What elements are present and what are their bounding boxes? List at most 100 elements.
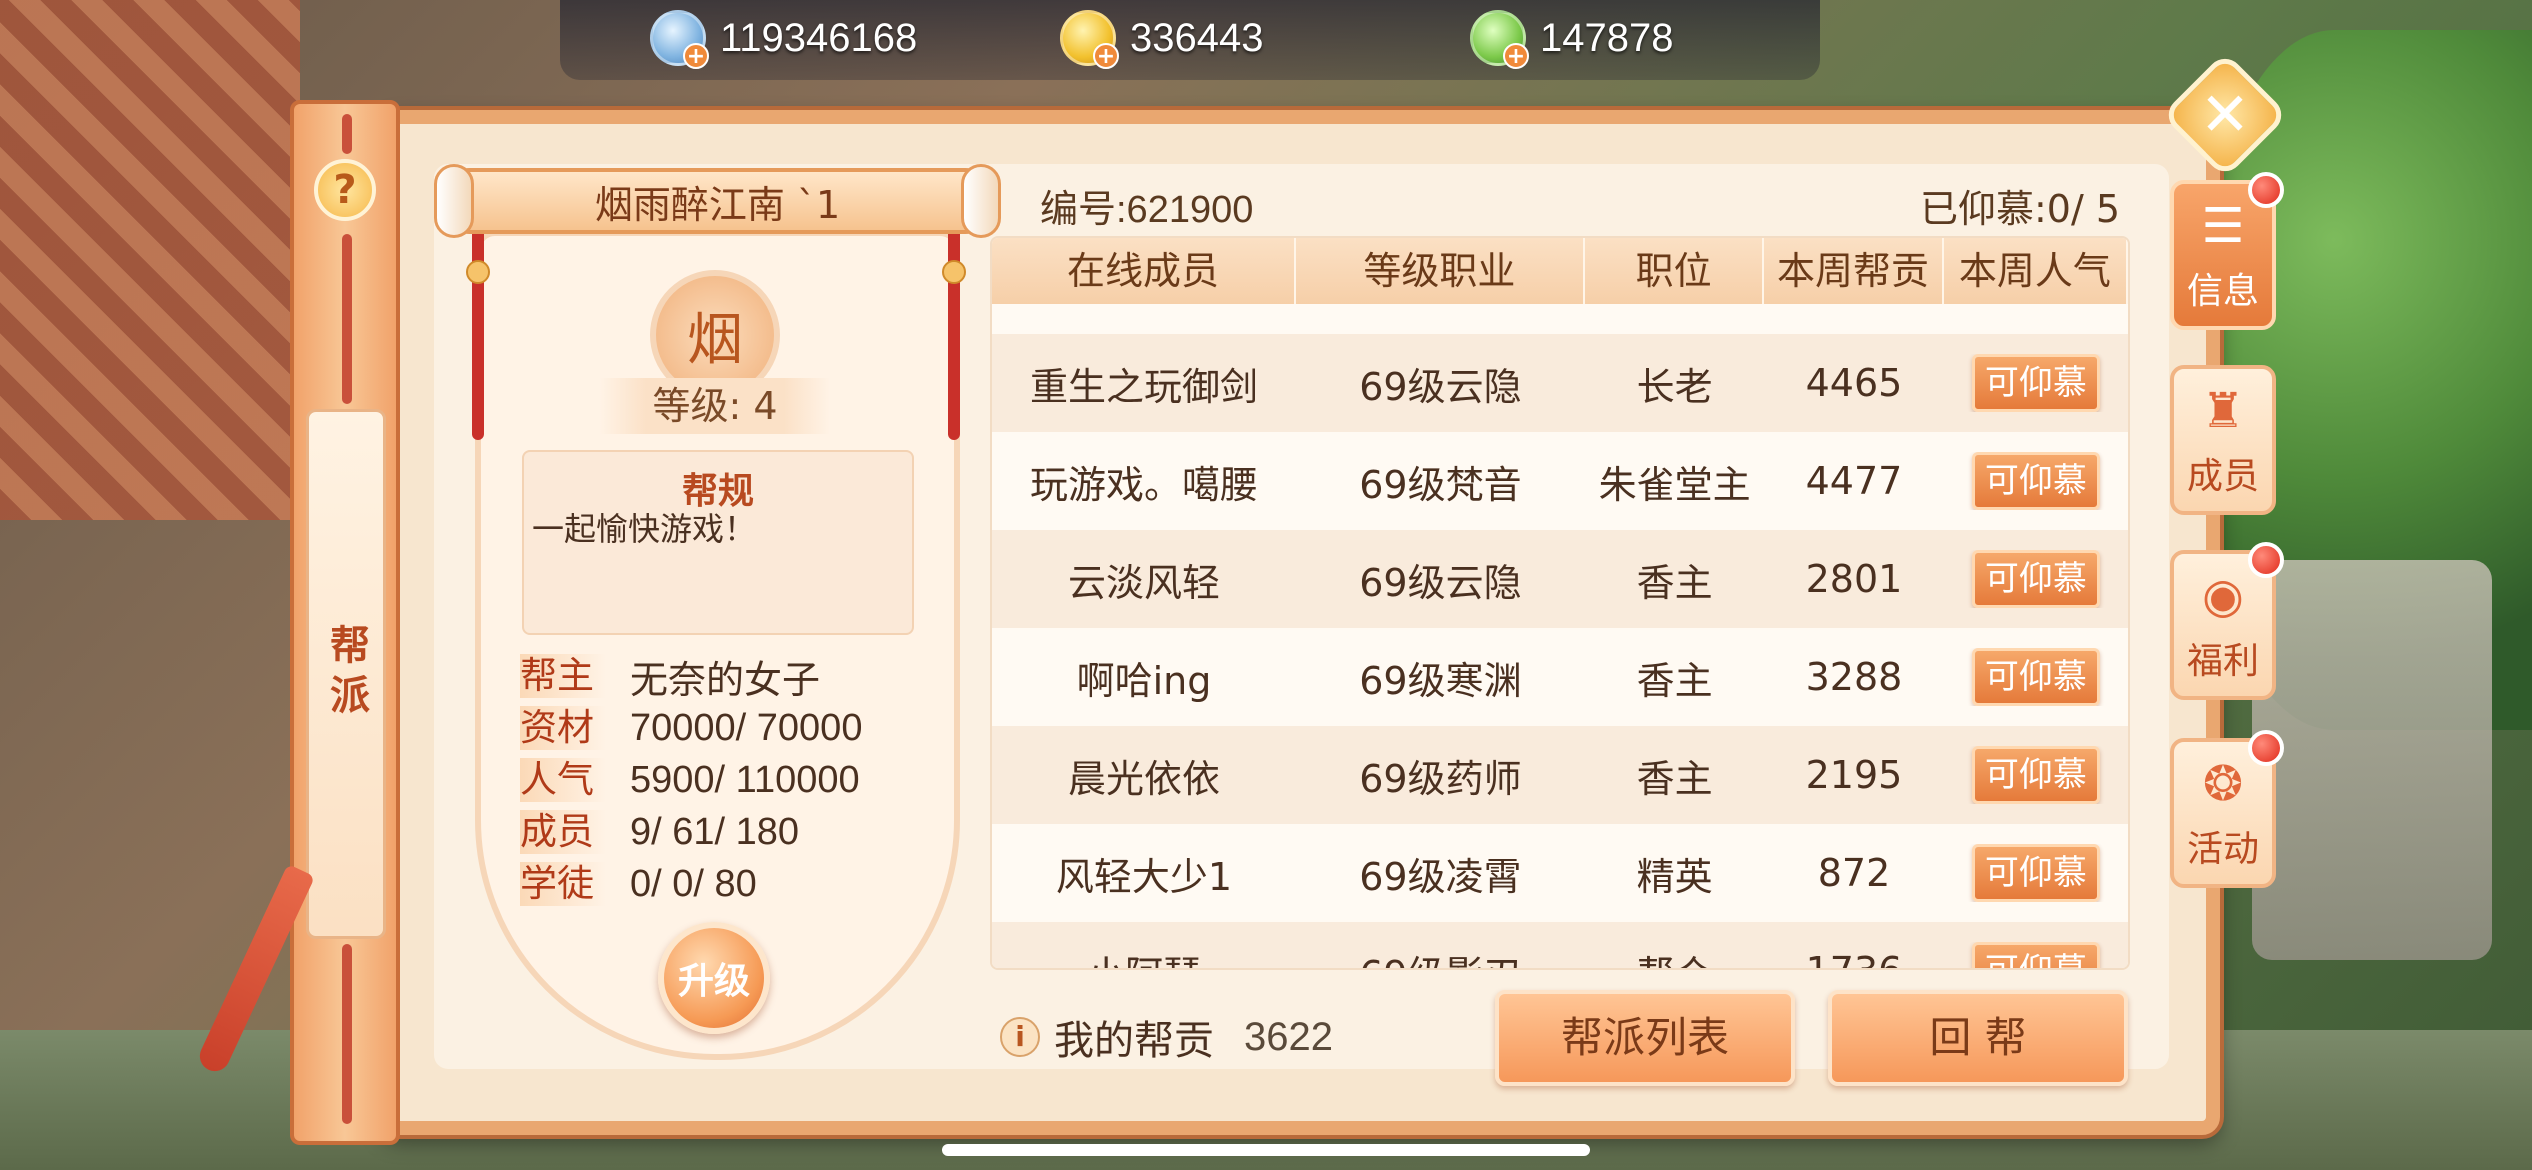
member-table[interactable]: 在线成员 等级职业 职位 本周帮贡 本周人气 重生之玩御剑 69级云隐 长老 4… (990, 236, 2130, 970)
rope-decoration (342, 944, 352, 1124)
jade-currency[interactable]: + 147878 (1470, 10, 1674, 69)
member-level-class: 69级影刃 (1296, 944, 1585, 969)
tab-welfare-label: 福利 (2186, 641, 2259, 682)
admire-button[interactable]: 可仰慕 (1971, 452, 2100, 510)
member-position: 朱雀堂主 (1598, 462, 1751, 507)
member-contribution: 2195 (1805, 753, 1903, 797)
table-row[interactable]: 重生之玩御剑 69级云隐 长老 4465 可仰慕 (992, 334, 2128, 432)
guild-name-scroll: 烟雨醉江南 `1 (434, 164, 1001, 238)
guild-list-button[interactable]: 帮派列表 (1495, 990, 1795, 1086)
tab-info-label: 信息 (2186, 271, 2259, 312)
add-jade-icon[interactable]: + (1503, 43, 1529, 69)
table-row[interactable]: 玩游戏。噶腰 69级梵音 朱雀堂主 4477 可仰慕 (992, 432, 2128, 530)
member-name: 晨光依依 (1067, 756, 1220, 801)
header-position: 职位 (1585, 238, 1765, 304)
currency-bar: + 119346168 + 336443 + 147878 (560, 0, 1820, 80)
stat-apprentices: 学徒 0/ 0/ 80 (520, 858, 920, 910)
background-roof (0, 0, 300, 520)
header-online-members: 在线成员 (992, 238, 1296, 304)
guild-rules: 帮规 一起愉快游戏！ (522, 450, 914, 635)
gold-value: 336443 (1130, 15, 1264, 60)
stat-value: 0/ 0/ 80 (630, 862, 757, 905)
bead-decoration (466, 260, 490, 284)
member-level-class: 69级寒渊 (1359, 658, 1522, 703)
silver-currency[interactable]: + 119346168 (650, 10, 917, 69)
member-position: 香主 (1636, 560, 1713, 605)
notification-dot (2248, 730, 2284, 766)
stat-leader: 帮主 无奈的女子 (520, 650, 920, 702)
stat-value: 无奈的女子 (630, 659, 821, 702)
jade-value: 147878 (1540, 15, 1674, 60)
member-position: 香主 (1636, 658, 1713, 703)
member-level-class: 69级凌霄 (1359, 854, 1522, 899)
stat-key: 资材 (520, 706, 606, 750)
my-contribution: i 我的帮贡 3622 (1000, 1008, 1333, 1066)
admire-cell: 可仰慕 (1944, 844, 2128, 902)
member-name: 风轻大少1 (1055, 854, 1233, 899)
tab-welfare[interactable]: ◉ 福利 (2170, 542, 2284, 700)
scroll-end (961, 164, 1001, 238)
jade-coin-icon: + (1470, 10, 1529, 69)
member-name: 小阿琴 (992, 944, 1296, 969)
admire-button[interactable]: 可仰慕 (1971, 844, 2100, 902)
tab-activity[interactable]: ❂ 活动 (2170, 730, 2284, 888)
add-silver-icon[interactable]: + (683, 43, 709, 69)
tab-guild[interactable]: 帮派 (306, 409, 386, 939)
admire-button[interactable]: 可仰慕 (1971, 354, 2100, 412)
scroll-end (434, 164, 474, 238)
silver-coin-icon: + (650, 10, 709, 69)
gold-currency[interactable]: + 336443 (1060, 10, 1264, 69)
table-row[interactable]: 风轻大少1 69级凌霄 精英 872 可仰慕 (992, 824, 2128, 922)
home-indicator[interactable] (942, 1144, 1590, 1156)
my-contribution-value: 3622 (1244, 1014, 1333, 1059)
admire-cell: 可仰慕 (1944, 452, 2128, 510)
admire-button[interactable]: 可仰慕 (1971, 942, 2100, 968)
info-icon[interactable]: i (1000, 1017, 1040, 1057)
gold-coin-icon: + (1060, 10, 1119, 69)
my-contribution-label: 我的帮贡 (1054, 1018, 1214, 1064)
lantern-icon: ❂ (2202, 756, 2244, 812)
member-rows: 重生之玩御剑 69级云隐 长老 4465 可仰慕 玩游戏。噶腰 69级梵音 朱雀… (992, 334, 2128, 969)
table-row[interactable]: 小阿琴 69级影刃 帮众 1736 可仰慕 (992, 922, 2128, 969)
stat-members: 成员 9/ 61/ 180 (520, 806, 920, 858)
add-gold-icon[interactable]: + (1093, 43, 1119, 69)
rules-text: 一起愉快游戏！ (532, 510, 757, 548)
admire-button[interactable]: 可仰慕 (1971, 746, 2100, 804)
admire-cell: 可仰慕 (1944, 746, 2128, 804)
table-header: 在线成员 等级职业 职位 本周帮贡 本周人气 (992, 238, 2128, 304)
guild-stats: 帮主 无奈的女子 资材 70000/ 70000 人气 5900/ 110000… (520, 650, 920, 910)
member-position: 精英 (1636, 854, 1713, 899)
stat-popularity: 人气 5900/ 110000 (520, 754, 920, 806)
table-row[interactable]: 云淡风轻 69级云隐 香主 2801 可仰慕 (992, 530, 2128, 628)
table-row[interactable]: 啊哈ing 69级寒渊 香主 3288 可仰慕 (992, 628, 2128, 726)
table-row[interactable]: 晨光依依 69级药师 香主 2195 可仰慕 (992, 726, 2128, 824)
tab-info[interactable]: ☰ 信息 (2170, 172, 2284, 330)
member-contribution: 4465 (1805, 361, 1903, 405)
return-to-guild-button[interactable]: 回 帮 (1828, 990, 2128, 1086)
admire-cell: 可仰慕 (1944, 942, 2128, 968)
tab-activity-label: 活动 (2186, 829, 2259, 870)
help-button[interactable]: ? (314, 159, 376, 221)
admire-button[interactable]: 可仰慕 (1971, 648, 2100, 706)
stat-key: 成员 (520, 810, 606, 854)
guild-name: 烟雨醉江南 `1 (594, 182, 841, 227)
admire-button[interactable]: 可仰慕 (1971, 550, 2100, 608)
admire-cell: 可仰慕 (1944, 648, 2128, 706)
stat-key: 帮主 (520, 654, 606, 698)
rope-decoration (342, 114, 352, 154)
tab-members-label: 成员 (2186, 456, 2259, 497)
admire-count: 已仰慕:0/ 5 (1920, 187, 2121, 231)
stat-value: 9/ 61/ 180 (630, 810, 800, 853)
admire-cell: 可仰慕 (1944, 354, 2128, 412)
tab-members[interactable]: ♜ 成员 (2170, 365, 2276, 515)
header-weekly-popularity: 本周人气 (1944, 238, 2128, 304)
notification-dot (2248, 542, 2284, 578)
member-contribution: 872 (1817, 851, 1891, 895)
member-level-class: 69级云隐 (1359, 560, 1522, 605)
guild-level: 等级: 4 (600, 378, 830, 434)
stat-value: 5900/ 110000 (630, 758, 860, 801)
rope-decoration (342, 234, 352, 404)
left-strip: ? 帮派 (290, 100, 400, 1145)
tab-guild-label: 帮派 (323, 624, 369, 724)
upgrade-button[interactable]: 升级 (658, 922, 770, 1034)
